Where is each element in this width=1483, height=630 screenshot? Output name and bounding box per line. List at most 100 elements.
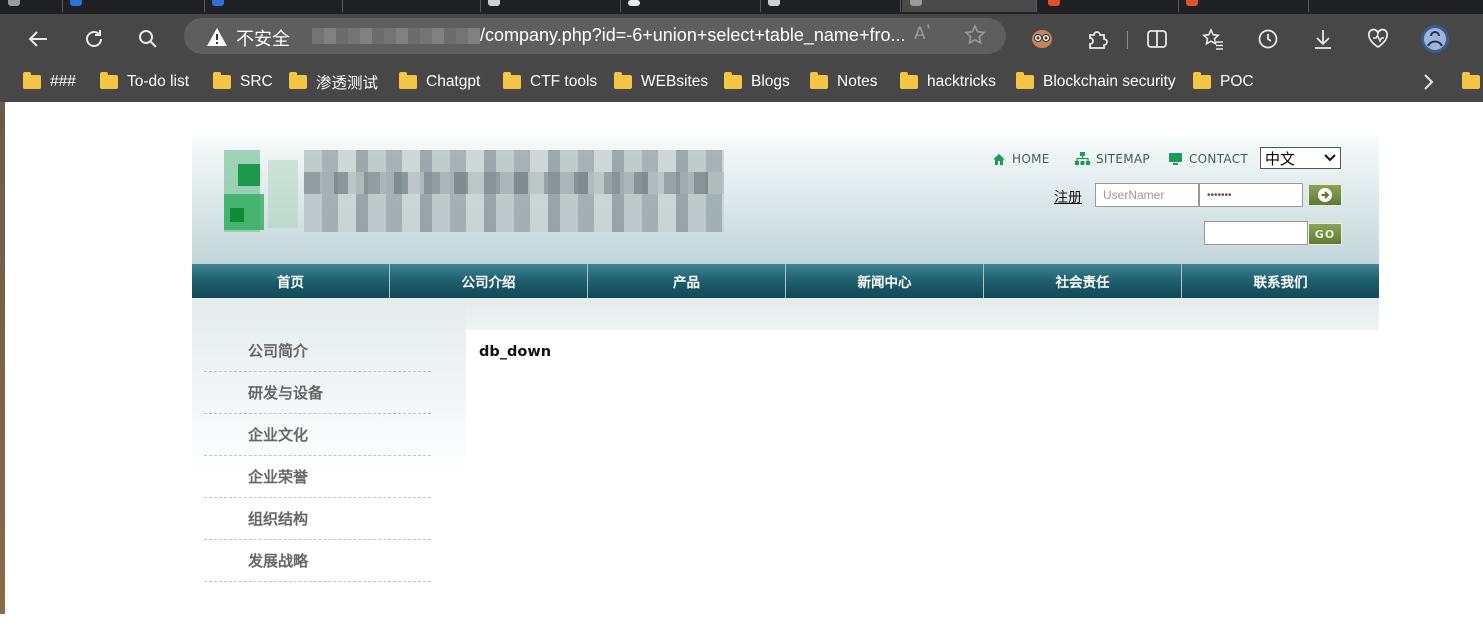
browser-tab[interactable] <box>1308 0 1483 12</box>
sitemap-link[interactable]: SITEMAP <box>1075 151 1150 167</box>
favorites-icon[interactable] <box>1197 23 1229 55</box>
bookmark-folder[interactable]: Blockchain security <box>1016 70 1176 94</box>
monitor-icon <box>1169 153 1182 165</box>
browser-tab[interactable] <box>342 0 481 12</box>
refresh-icon[interactable] <box>78 23 110 55</box>
bookmark-label: ### <box>50 73 76 90</box>
address-bar[interactable]: 不安全 /company.php?id=-6+union+select+tabl… <box>184 18 1006 54</box>
search-icon[interactable] <box>132 23 164 55</box>
nav-item-home[interactable]: 首页 <box>192 264 390 298</box>
folder-icon <box>1462 72 1480 89</box>
bookmark-folder[interactable]: WEBsites <box>614 70 708 94</box>
sitemap-link-label: SITEMAP <box>1096 152 1150 166</box>
home-link[interactable]: HOME <box>992 151 1050 167</box>
back-icon[interactable] <box>22 23 54 55</box>
sitemap-icon <box>1075 152 1090 165</box>
chevron-right-icon[interactable] <box>1418 72 1438 92</box>
main-content: db_down <box>466 330 1379 630</box>
browser-tab[interactable] <box>62 0 205 12</box>
folder-icon <box>399 72 417 89</box>
sidebar-item-structure[interactable]: 组织结构 <box>204 498 431 540</box>
content-text: db_down <box>479 344 552 360</box>
folder-icon <box>900 72 918 89</box>
bookmark-label: Notes <box>837 73 878 90</box>
downloads-icon[interactable] <box>1307 23 1339 55</box>
warning-icon[interactable] <box>206 27 228 51</box>
browser-tab[interactable] <box>480 0 621 12</box>
bookmark-label: SRC <box>240 73 273 90</box>
bookmark-folder[interactable]: Chatgpt <box>399 70 480 94</box>
bookmark-folder[interactable]: hacktricks <box>900 70 996 94</box>
url-text[interactable]: /company.php?id=-6+union+select+table_na… <box>480 25 905 46</box>
browser-tab-active[interactable] <box>902 0 1037 12</box>
other-favorites-folder[interactable] <box>1462 72 1480 93</box>
bookmark-label: WEBsites <box>641 73 709 90</box>
nav-item-company[interactable]: 公司介绍 <box>390 264 588 298</box>
bookmark-folder[interactable]: CTF tools <box>503 70 597 94</box>
desktop-edge <box>0 102 5 614</box>
bookmark-folder[interactable]: Notes <box>810 70 878 94</box>
profile-avatar-icon[interactable] <box>1419 23 1451 55</box>
sidebar-item-honors[interactable]: 企业荣誉 <box>204 456 431 498</box>
site-search-input[interactable] <box>1204 221 1308 245</box>
home-icon <box>993 153 1005 165</box>
folder-icon <box>810 72 828 89</box>
bookmark-folder[interactable]: To-do list <box>100 70 189 94</box>
nav-item-contact[interactable]: 联系我们 <box>1182 264 1379 298</box>
login-submit-button[interactable] <box>1308 184 1342 206</box>
bookmark-label: POC <box>1220 73 1254 90</box>
read-aloud-icon[interactable]: Aʽ <box>914 24 931 44</box>
folder-icon <box>1016 72 1034 89</box>
bookmark-label: To-do list <box>127 73 190 90</box>
bookmark-folder[interactable]: POC <box>1193 70 1254 94</box>
url-security-label[interactable]: 不安全 <box>236 25 290 51</box>
sidebar-menu: 公司简介 研发与设备 企业文化 企业荣誉 组织结构 发展战略 <box>204 330 431 582</box>
bookmark-folder[interactable]: 渗透测试 <box>289 70 378 94</box>
nav-item-responsibility[interactable]: 社会责任 <box>984 264 1182 298</box>
sidebar-item-profile[interactable]: 公司简介 <box>204 330 431 372</box>
browser-tab[interactable] <box>0 0 63 12</box>
site-header: HOME SITEMAP CONTACT 中文 注册 UserNamer •••… <box>192 136 1379 264</box>
sidebar-item-strategy[interactable]: 发展战略 <box>204 540 431 582</box>
arrow-right-circle-icon <box>1318 188 1332 202</box>
username-input[interactable]: UserNamer <box>1095 183 1199 207</box>
register-link[interactable]: 注册 <box>1054 187 1082 207</box>
contact-link[interactable]: CONTACT <box>1168 151 1248 167</box>
home-link-label: HOME <box>1012 152 1050 166</box>
favorite-star-icon[interactable] <box>964 24 986 50</box>
bookmark-label: Chatgpt <box>426 73 481 90</box>
language-select[interactable]: 中文 <box>1260 147 1341 169</box>
nav-item-products[interactable]: 产品 <box>588 264 786 298</box>
bookmark-label: CTF tools <box>530 73 598 90</box>
language-value: 中文 <box>1265 149 1296 168</box>
redacted-domain <box>312 28 480 44</box>
password-input[interactable]: ••••••• <box>1199 183 1303 207</box>
browser-tab[interactable] <box>204 0 343 12</box>
browser-tab[interactable] <box>620 0 761 12</box>
bookmark-folder[interactable]: Blogs <box>724 70 790 94</box>
folder-icon <box>289 72 307 89</box>
go-button[interactable]: GO <box>1308 223 1342 245</box>
browser-toolbar: 不安全 /company.php?id=-6+union+select+tabl… <box>0 14 1483 64</box>
extension-badge-icon[interactable] <box>1026 23 1058 55</box>
browser-essentials-icon[interactable] <box>1362 23 1394 55</box>
browser-tab[interactable] <box>1178 0 1309 12</box>
bookmarks-bar: ### To-do list SRC 渗透测试 Chatgpt CTF tool… <box>0 64 1483 102</box>
bookmark-folder[interactable]: SRC <box>213 70 273 94</box>
bookmark-folder[interactable]: ### <box>23 70 76 94</box>
split-screen-icon[interactable] <box>1141 23 1173 55</box>
browser-tab[interactable] <box>1040 0 1179 12</box>
folder-icon <box>1193 72 1211 89</box>
history-icon[interactable] <box>1252 23 1284 55</box>
extensions-icon[interactable] <box>1081 23 1113 55</box>
sidebar-item-culture[interactable]: 企业文化 <box>204 414 431 456</box>
bookmark-label: Blockchain security <box>1043 73 1176 90</box>
browser-tab[interactable] <box>760 0 901 12</box>
folder-icon <box>23 72 41 89</box>
toolbar-separator <box>1127 31 1128 49</box>
contact-link-label: CONTACT <box>1189 152 1249 166</box>
tab-strip <box>0 0 1483 14</box>
nav-item-news[interactable]: 新闻中心 <box>786 264 984 298</box>
site-logo[interactable] <box>224 150 724 232</box>
sidebar-item-rnd[interactable]: 研发与设备 <box>204 372 431 414</box>
